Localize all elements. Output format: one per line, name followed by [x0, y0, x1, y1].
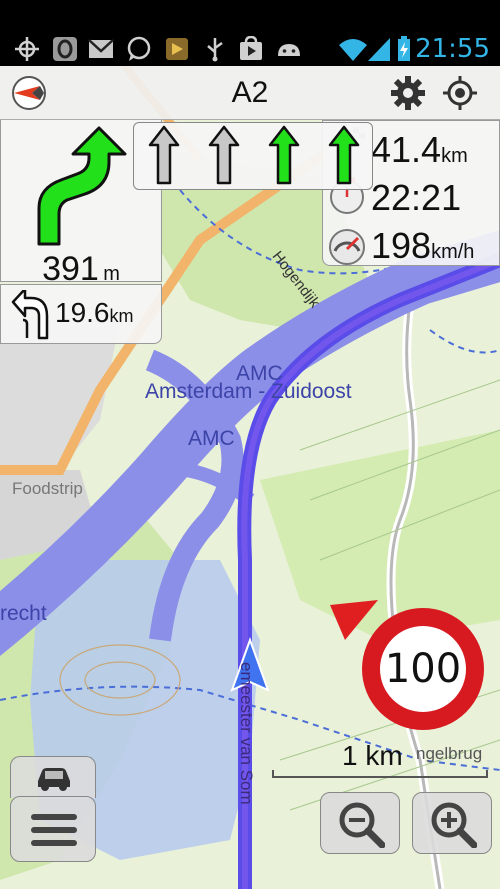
gps-icon	[15, 37, 39, 61]
lane-arrow-4	[328, 125, 360, 185]
app-icon	[166, 38, 188, 60]
main-menu-button[interactable]	[10, 796, 96, 862]
usb-icon	[207, 38, 223, 62]
map-label-amc-2: AMC	[188, 427, 235, 450]
map-label-foodstrip: Foodstrip	[12, 479, 83, 498]
lane-guidance	[133, 122, 373, 190]
map-label-amsterdam-zuidoost: Amsterdam - Zuidoost	[145, 380, 352, 403]
next-turn-unit: km	[109, 306, 134, 326]
zoom-in-icon	[431, 802, 477, 848]
gear-icon[interactable]	[390, 75, 426, 111]
top-bar: A2	[0, 66, 500, 120]
vehicle-profile-button[interactable]	[10, 756, 96, 798]
speed-limit-sign: 100	[362, 608, 484, 730]
speedometer-icon	[329, 229, 365, 265]
opera-icon	[53, 37, 77, 61]
speed-unit: km/h	[431, 241, 475, 263]
arrival-time-value: 22:21	[371, 177, 462, 218]
speed-value: 198	[371, 225, 432, 266]
status-bar: 21:55	[0, 0, 500, 66]
speed-limit-value: 100	[380, 626, 466, 712]
menu-icon	[31, 814, 77, 846]
signal-icon	[368, 38, 390, 61]
lane-arrows	[148, 125, 360, 185]
next-turn-value: 19.6	[55, 297, 110, 328]
gmail-icon	[88, 39, 114, 58]
lane-arrow-2	[208, 125, 240, 185]
map-scale-label: 1 km	[342, 740, 403, 771]
status-time: 21:55	[415, 34, 490, 64]
wifi-icon	[339, 39, 367, 61]
map-label-utrecht: recht	[0, 602, 47, 625]
battery-icon	[398, 36, 410, 61]
play-store-icon	[240, 36, 262, 60]
turn-distance-value: 391	[42, 250, 99, 288]
android-icon	[278, 44, 300, 56]
car-icon	[38, 768, 70, 791]
keep-right-arrow-icon	[37, 126, 127, 246]
map-scale-bar	[272, 770, 488, 778]
lane-arrow-3	[268, 125, 300, 185]
next-turn-panel[interactable]: 19.6km	[0, 284, 162, 344]
my-location-icon[interactable]	[442, 75, 478, 111]
current-speed[interactable]: 198km/h	[323, 221, 500, 267]
lane-arrow-1	[148, 125, 180, 185]
zoom-out-button[interactable]	[320, 792, 400, 854]
turn-left-arrow-icon	[11, 290, 49, 340]
zoom-out-icon	[339, 802, 385, 848]
zoom-in-button[interactable]	[412, 792, 492, 854]
distance-unit: km	[441, 145, 468, 167]
distance-value: 41.4	[371, 129, 442, 170]
turn-distance-unit: m	[103, 263, 120, 285]
map-label-angelbrug: ngelbrug	[416, 744, 483, 763]
map-label-burgemeester: emeester van Som	[237, 662, 256, 805]
whatsapp-icon	[127, 36, 151, 61]
turn-distance: 391 m	[0, 250, 162, 288]
